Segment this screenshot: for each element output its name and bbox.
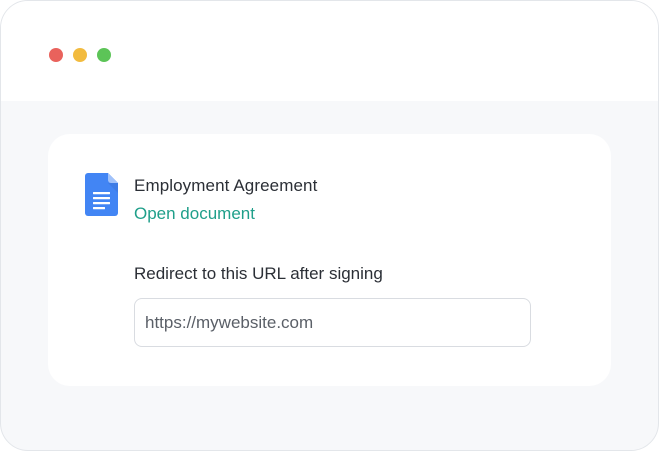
app-window: Employment Agreement Open document Redir… <box>0 0 659 451</box>
minimize-window-button[interactable] <box>73 48 87 62</box>
redirect-url-label: Redirect to this URL after signing <box>134 264 383 283</box>
title-bar <box>1 1 658 101</box>
redirect-url-input[interactable] <box>134 298 531 347</box>
document-title: Employment Agreement <box>134 176 318 195</box>
maximize-window-button[interactable] <box>97 48 111 62</box>
document-card: Employment Agreement Open document Redir… <box>48 134 611 386</box>
open-document-link[interactable]: Open document <box>134 204 255 224</box>
close-window-button[interactable] <box>49 48 63 62</box>
google-docs-icon <box>85 173 118 216</box>
